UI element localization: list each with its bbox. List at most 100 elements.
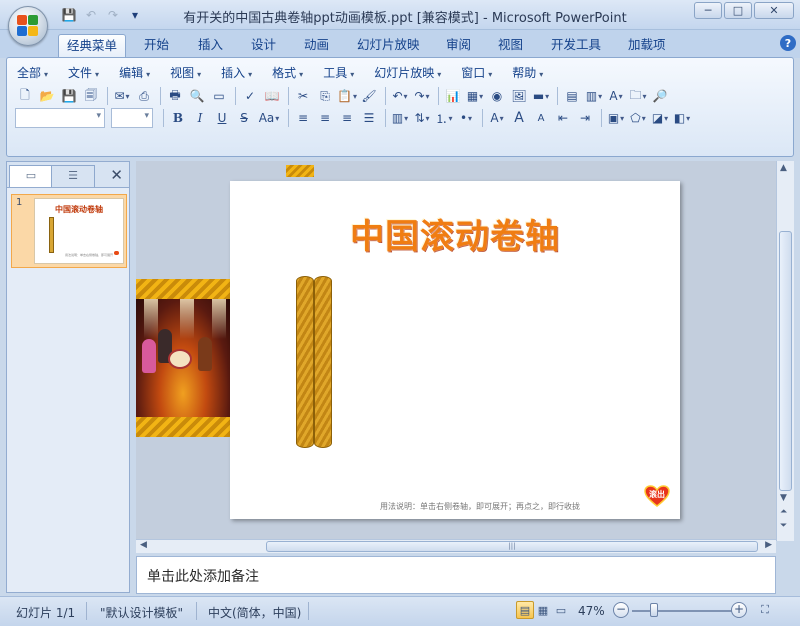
zoom-level[interactable]: 47% [578,604,605,618]
tab-insert[interactable]: 插入 [190,34,231,58]
menu-window[interactable]: 窗口 ▾ [461,64,492,81]
tab-slideshow[interactable]: 幻灯片放映 [349,34,428,58]
justify-icon[interactable]: ☰ [359,108,379,128]
tab-animation[interactable]: 动画 [296,34,337,58]
notes-placeholder[interactable]: 单击此处添加备注 [147,566,259,586]
layout-icon[interactable]: ▥ [584,86,604,106]
notes-pane[interactable]: 单击此处添加备注 [136,556,776,594]
menu-slideshow[interactable]: 幻灯片放映 ▾ [374,64,441,81]
slide-thumbnail[interactable]: 1 中国滚动卷轴 用法说明：单击右侧卷轴，即可展开 [11,194,127,268]
copy-icon[interactable]: ⎘ [315,86,335,106]
chart-icon[interactable]: 📊 [443,86,463,106]
increase-indent-icon[interactable]: ⇥ [575,108,595,128]
page-setup-icon[interactable]: ▭ [209,86,229,106]
shapes-icon[interactable]: ⬠ [628,108,648,128]
shadow-button[interactable]: S [234,108,254,128]
research-icon[interactable]: 📖 [262,86,282,106]
fit-window-icon[interactable]: ⛶ [756,601,774,619]
print-preview-icon[interactable]: 🔍 [187,86,207,106]
zoom-slider-knob[interactable] [650,603,658,617]
menu-edit[interactable]: 编辑 ▾ [119,64,150,81]
vertical-scrollbar[interactable]: ▲ ▼ ⏶ ⏷ [776,161,794,541]
scroll-rod-right[interactable] [314,276,332,448]
minimize-button[interactable]: ─ [694,2,722,19]
print-icon[interactable]: 🖶 [165,86,185,106]
heart-button[interactable]: 滚出 [644,485,670,507]
arrange-icon[interactable]: ◪ [650,108,670,128]
normal-view-icon[interactable]: ▤ [516,601,534,619]
tab-developer[interactable]: 开发工具 [543,34,609,58]
slideshow-view-icon[interactable]: ▭ [552,601,570,619]
align-right-icon[interactable]: ≡ [337,108,357,128]
zoom-in-button[interactable]: + [731,602,747,618]
usage-note[interactable]: 用法说明：单击右侧卷轴，即可展开；再点之，即行收拢 [380,501,580,512]
tab-review[interactable]: 审阅 [438,34,479,58]
picture-icon[interactable]: 🖼 [509,86,529,106]
zoom-slider[interactable] [632,610,732,612]
menu-tools[interactable]: 工具 ▾ [323,64,354,81]
textbox-icon[interactable]: A [606,86,626,106]
scroll-left-icon[interactable]: ◀ [140,540,147,550]
email-icon[interactable]: ✉ [112,86,132,106]
numbering-icon[interactable]: ⒈ [434,108,454,128]
menu-view[interactable]: 视图 ▾ [170,64,201,81]
decrease-indent-icon[interactable]: ⇤ [553,108,573,128]
color-grayscale-icon[interactable]: ▬ [531,86,551,106]
menu-file[interactable]: 文件 ▾ [68,64,99,81]
underline-button[interactable]: U [212,108,232,128]
close-button[interactable]: ✕ [754,2,794,19]
columns-icon[interactable]: ▥ [390,108,410,128]
new-icon[interactable]: 🗋 [15,86,35,106]
bold-button[interactable]: B [168,108,188,128]
tab-home[interactable]: 开始 [136,34,177,58]
font-name-select[interactable] [15,108,105,128]
shrink-font-button[interactable]: A [531,108,551,128]
horizontal-scrollbar[interactable]: ◀ ||| ▶ [136,539,776,553]
tab-design[interactable]: 设计 [243,34,284,58]
scroll-up-icon[interactable]: ▲ [780,163,787,173]
bullets-icon[interactable]: • [456,108,476,128]
slide-canvas[interactable]: 中国滚动卷轴 用法说明：单击右侧卷轴，即可展开；再点之，即行收拢 滚出 [230,181,680,519]
zoom-out-button[interactable]: − [613,602,629,618]
theme-name[interactable]: "默认设计模板" [100,604,183,621]
menu-insert[interactable]: 插入 ▾ [221,64,252,81]
scroll-down-icon[interactable]: ▼ [780,493,787,503]
font-size-select[interactable] [111,108,153,128]
scroll-right-icon[interactable]: ▶ [765,540,772,550]
outline-tab[interactable]: ☰ [51,165,95,187]
table-icon[interactable]: ▦ [465,86,485,106]
scroll-rod-left[interactable] [296,276,314,448]
permission-icon[interactable]: 🗐 [81,86,101,106]
quick-styles-icon[interactable]: ◧ [672,108,692,128]
italic-button[interactable]: I [190,108,210,128]
panel-close-icon[interactable]: ✕ [110,166,123,184]
design-icon[interactable]: ▣ [606,108,626,128]
save-file-icon[interactable]: 💾 [59,86,79,106]
horizontal-scroll-thumb[interactable]: ||| [266,541,758,552]
align-center-icon[interactable]: ≡ [315,108,335,128]
tab-view[interactable]: 视图 [490,34,531,58]
grow-font-button[interactable]: A [509,108,529,128]
tab-classic-menu[interactable]: 经典菜单 [58,34,127,58]
prev-slide-icon[interactable]: ⏶ [780,507,787,517]
spelling-icon[interactable]: ✓ [240,86,260,106]
zoom-icon[interactable]: 🔎 [650,86,670,106]
publish-icon[interactable]: ⎙ [134,86,154,106]
slide-edit-area[interactable]: 中国滚动卷轴 用法说明：单击右侧卷轴，即可展开；再点之，即行收拢 滚出 [136,161,776,541]
text-direction-icon[interactable]: ⇅ [412,108,432,128]
tab-addins[interactable]: 加载项 [620,34,674,58]
new-slide-icon[interactable]: ▤ [562,86,582,106]
open-icon[interactable]: 📂 [37,86,57,106]
char-spacing-button[interactable]: Aa [256,108,282,128]
office-button[interactable] [8,6,48,46]
help-icon[interactable]: ? [780,35,796,51]
align-left-icon[interactable]: ≡ [293,108,313,128]
maximize-button[interactable]: □ [724,2,752,19]
format-painter-icon[interactable]: 🖌 [359,86,379,106]
vertical-scroll-thumb[interactable] [779,231,792,491]
menu-format[interactable]: 格式 ▾ [272,64,303,81]
cut-icon[interactable]: ✂ [293,86,313,106]
next-slide-icon[interactable]: ⏷ [780,521,787,531]
menu-help[interactable]: 帮助 ▾ [512,64,543,81]
stage-image[interactable] [136,299,230,417]
